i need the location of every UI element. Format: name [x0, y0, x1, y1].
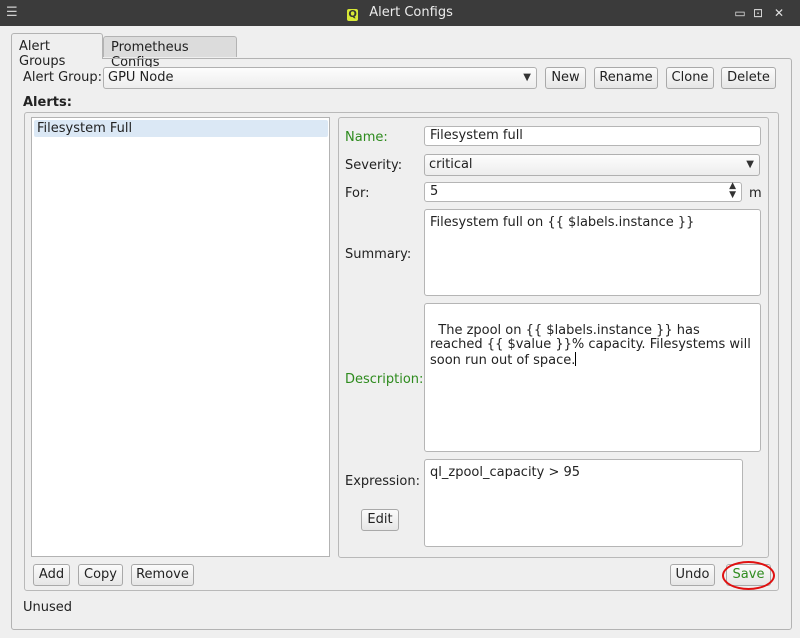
description-text: The zpool on {{ $labels.instance }} has … [430, 323, 755, 368]
edit-expression-button[interactable]: Edit [361, 509, 399, 531]
maximize-icon[interactable]: ⊡ [749, 4, 767, 22]
expression-textarea[interactable]: ql_zpool_capacity > 95 [424, 459, 743, 547]
alerts-list[interactable]: Filesystem Full [31, 117, 330, 557]
title-wrap: Q Alert Configs [0, 5, 800, 21]
delete-group-button[interactable]: Delete [721, 67, 776, 89]
alerts-section-label: Alerts: [23, 95, 72, 110]
for-label: For: [345, 186, 370, 201]
alert-group-label: Alert Group: [23, 70, 103, 85]
alert-group-value: GPU Node [108, 70, 174, 85]
rename-group-button[interactable]: Rename [594, 67, 658, 89]
for-duration-spinbox[interactable]: 5 ▲ ▼ [424, 182, 742, 202]
text-cursor [575, 352, 577, 366]
summary-textarea[interactable]: Filesystem full on {{ $labels.instance }… [424, 209, 761, 296]
save-highlight-ring [722, 561, 775, 590]
close-icon[interactable]: ✕ [770, 4, 788, 22]
description-label: Description: [345, 372, 424, 387]
spin-arrows-icon[interactable]: ▲ ▼ [729, 182, 736, 200]
status-text: Unused [23, 600, 73, 615]
window-titlebar: ☰ Q Alert Configs ▭ ⊡ ✕ [0, 0, 800, 26]
for-unit-label: m [749, 186, 762, 201]
for-value: 5 [430, 184, 439, 199]
tab-alert-groups[interactable]: Alert Groups [11, 33, 103, 69]
name-input[interactable]: Filesystem full [424, 126, 761, 146]
clone-group-button[interactable]: Clone [666, 67, 714, 89]
chevron-down-icon: ▼ [746, 159, 754, 170]
tab-prometheus-configs[interactable]: Prometheus Configs [103, 36, 237, 70]
alert-group-select[interactable]: GPU Node ▼ [103, 67, 537, 89]
copy-alert-button[interactable]: Copy [78, 564, 123, 586]
severity-label: Severity: [345, 158, 403, 173]
list-item[interactable]: Filesystem Full [34, 120, 328, 137]
expression-label: Expression: [345, 474, 420, 489]
window-title: Alert Configs [369, 5, 453, 20]
summary-label: Summary: [345, 247, 412, 262]
chevron-down-icon: ▼ [523, 72, 531, 83]
undo-button[interactable]: Undo [670, 564, 715, 586]
add-alert-button[interactable]: Add [33, 564, 70, 586]
name-label: Name: [345, 130, 388, 145]
minimize-icon[interactable]: ▭ [731, 4, 749, 22]
new-group-button[interactable]: New [545, 67, 586, 89]
description-textarea[interactable]: The zpool on {{ $labels.instance }} has … [424, 303, 761, 452]
remove-alert-button[interactable]: Remove [131, 564, 194, 586]
app-logo-icon: Q [347, 9, 359, 21]
severity-value: critical [429, 157, 473, 172]
severity-select[interactable]: critical ▼ [424, 154, 760, 176]
